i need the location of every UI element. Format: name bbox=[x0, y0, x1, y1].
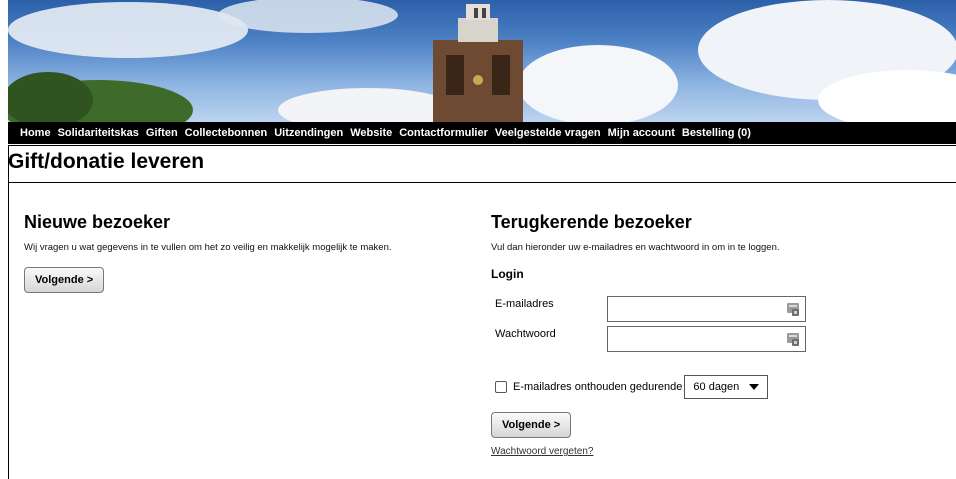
nav-item-home[interactable]: Home bbox=[20, 127, 51, 139]
nav-item-solidariteitskas[interactable]: Solidariteitskas bbox=[58, 127, 139, 139]
returning-visitor-section: Terugkerende bezoeker Vul dan hieronder … bbox=[491, 212, 931, 472]
chevron-down-icon bbox=[749, 384, 760, 390]
title-divider bbox=[8, 182, 956, 183]
church-tower-banner-image bbox=[8, 0, 956, 122]
login-label: Login bbox=[491, 267, 524, 281]
nav-item-uitzendingen[interactable]: Uitzendingen bbox=[274, 127, 343, 139]
email-label: E-mailadres bbox=[495, 298, 554, 310]
remember-email-label: E-mailadres onthouden gedurende bbox=[513, 381, 683, 393]
remember-duration-select[interactable]: 60 dagen bbox=[684, 375, 769, 399]
remember-duration-value: 60 dagen bbox=[693, 381, 740, 393]
email-field[interactable] bbox=[607, 296, 806, 322]
header-banner bbox=[8, 0, 956, 122]
new-visitor-next-button[interactable]: Volgende > bbox=[24, 267, 105, 293]
nav-item-website[interactable]: Website bbox=[350, 127, 392, 139]
new-visitor-section: Nieuwe bezoeker Wij vragen u wat gegeven… bbox=[24, 212, 474, 293]
password-field[interactable] bbox=[607, 326, 806, 352]
password-label: Wachtwoord bbox=[495, 328, 556, 340]
forgot-password-link[interactable]: Wachtwoord vergeten? bbox=[491, 446, 593, 457]
returning-visitor-next-button[interactable]: Volgende > bbox=[491, 412, 572, 438]
nav-item-giften[interactable]: Giften bbox=[146, 127, 178, 139]
returning-visitor-description: Vul dan hieronder uw e-mailadres en wach… bbox=[491, 242, 780, 253]
main-nav: Home Solidariteitskas Giften Collectebon… bbox=[8, 122, 956, 144]
new-visitor-description: Wij vragen u wat gegevens in te vullen o… bbox=[24, 242, 392, 253]
nav-item-contactformulier[interactable]: Contactformulier bbox=[399, 127, 488, 139]
page-title: Gift/donatie leveren bbox=[8, 150, 205, 173]
remember-email-checkbox[interactable] bbox=[495, 381, 507, 393]
nav-item-veelgestelde-vragen[interactable]: Veelgestelde vragen bbox=[495, 127, 601, 139]
returning-visitor-heading: Terugkerende bezoeker bbox=[491, 212, 692, 232]
password-manager-icon[interactable] bbox=[787, 302, 799, 316]
remember-email-row: E-mailadres onthouden gedurende 60 dagen bbox=[495, 375, 769, 399]
nav-item-collectebonnen[interactable]: Collectebonnen bbox=[185, 127, 268, 139]
new-visitor-heading: Nieuwe bezoeker bbox=[24, 212, 171, 232]
nav-item-mijn-account[interactable]: Mijn account bbox=[608, 127, 675, 139]
nav-item-bestelling[interactable]: Bestelling (0) bbox=[682, 127, 751, 139]
password-manager-icon[interactable] bbox=[787, 332, 799, 346]
